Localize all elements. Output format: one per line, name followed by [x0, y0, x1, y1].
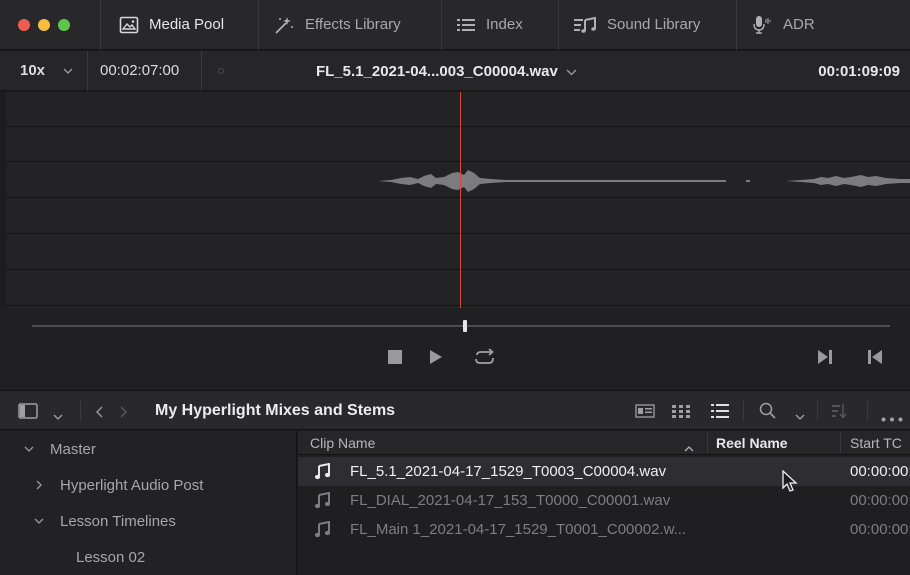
close-window-button[interactable]: [18, 18, 30, 31]
status-dot: [218, 67, 224, 74]
tab-index[interactable]: Index: [441, 0, 558, 50]
table-header: Clip Name Reel Name Start TC: [298, 431, 910, 455]
sidebar-toggle-icon[interactable]: [18, 403, 38, 423]
chevron-down-icon[interactable]: [53, 408, 63, 425]
more-options-icon[interactable]: [881, 409, 903, 426]
column-divider: [707, 433, 708, 453]
stop-icon: [388, 350, 402, 368]
clip-name: FL_5.1_2021-04...003_C00004.wav: [316, 62, 558, 80]
clip-start-tc: 00:00:00:00: [850, 492, 910, 509]
bin-label: Hyperlight Audio Post: [60, 476, 204, 494]
play-button[interactable]: [430, 350, 442, 368]
divider: [817, 401, 818, 421]
clip-name: FL_Main 1_2021-04-17_1529_T0001_C00002.w…: [350, 521, 687, 538]
tab-label: Sound Library: [607, 16, 701, 33]
table-row[interactable]: FL_5.1_2021-04-17_1529_T0003_C00004.wav …: [298, 457, 910, 486]
list-view-icon[interactable]: [711, 403, 729, 423]
top-tab-bar: Media Pool Effects Library Index Sound L…: [0, 0, 910, 50]
bin-title: My Hyperlight Mixes and Stems: [155, 402, 396, 419]
tab-effects-library[interactable]: Effects Library: [258, 0, 441, 50]
timecode-duration: 00:02:07:00: [88, 50, 202, 91]
tab-adr[interactable]: ADR: [736, 0, 826, 50]
loop-icon: [472, 348, 498, 372]
bin-item-lesson-02[interactable]: Lesson 02: [0, 539, 145, 575]
search-icon[interactable]: [759, 402, 777, 424]
chevron-down-icon: [30, 518, 48, 525]
scrub-bar[interactable]: [32, 325, 890, 327]
media-pool-header: My Hyperlight Mixes and Stems: [0, 390, 910, 430]
tab-media-pool[interactable]: Media Pool: [100, 0, 258, 50]
timecode-right: 00:01:09:09: [818, 62, 900, 80]
table-row[interactable]: FL_DIAL_2021-04-17_153_T0000_C00001.wav …: [298, 486, 910, 515]
back-arrow-icon[interactable]: [95, 405, 103, 422]
column-divider: [840, 433, 841, 453]
stop-button[interactable]: [388, 350, 402, 368]
column-header-clip-name[interactable]: Clip Name: [310, 431, 375, 455]
divider: [80, 401, 81, 421]
clip-start-tc: 00:00:00:00: [850, 521, 910, 538]
clip-selector[interactable]: FL_5.1_2021-04...003_C00004.wav: [316, 51, 577, 91]
bin-item-lesson-timelines[interactable]: Lesson Timelines: [0, 503, 176, 539]
minimize-window-button[interactable]: [38, 18, 50, 31]
column-header-reel-name[interactable]: Reel Name: [716, 431, 788, 455]
image-icon: [119, 16, 139, 34]
skip-forward-icon: [818, 350, 832, 368]
list-icon: [456, 17, 476, 33]
timecode-left: 00:02:07:00: [100, 62, 180, 79]
tab-sound-library[interactable]: Sound Library: [558, 0, 736, 50]
chevron-down-icon: [20, 446, 38, 453]
tab-label: ADR: [783, 16, 815, 33]
audio-clip-icon: [314, 491, 331, 513]
skip-forward-button[interactable]: [818, 350, 832, 368]
clip-start-tc: 00:00:00:00: [850, 463, 910, 480]
chevron-down-icon: [566, 63, 577, 80]
metadata-view-icon[interactable]: [635, 404, 655, 422]
bin-label: Lesson Timelines: [60, 512, 176, 530]
scrub-handle[interactable]: [463, 320, 468, 332]
waveform-viewer[interactable]: [6, 92, 910, 308]
zoom-value: 10x: [20, 62, 46, 79]
skip-back-button[interactable]: [868, 350, 882, 368]
tab-label: Index: [486, 16, 523, 33]
sort-ascending-icon[interactable]: [684, 439, 694, 455]
zoom-dropdown[interactable]: 10x: [0, 50, 88, 91]
table-row[interactable]: FL_Main 1_2021-04-17_1529_T0001_C00002.w…: [298, 515, 910, 544]
mouse-pointer-icon: [782, 469, 798, 498]
skip-back-icon: [868, 350, 882, 368]
viewer-header: 10x 00:02:07:00 FL_5.1_2021-04...003_C00…: [0, 50, 910, 91]
tab-label: Media Pool: [149, 16, 225, 33]
divider: [743, 401, 744, 421]
audio-clip-icon: [314, 462, 331, 484]
magic-wand-icon: [273, 15, 295, 35]
bin-label: Lesson 02: [76, 548, 146, 566]
window-controls: [0, 18, 100, 31]
clip-name: FL_5.1_2021-04-17_1529_T0003_C00004.wav: [350, 463, 667, 480]
microphone-icon: [751, 15, 773, 35]
audio-clip-icon: [314, 520, 331, 542]
chevron-down-icon[interactable]: [795, 408, 805, 425]
chevron-down-icon: [63, 62, 73, 79]
forward-arrow-icon[interactable]: [120, 405, 128, 422]
bin-label: Master: [50, 440, 96, 458]
column-header-start-tc[interactable]: Start TC: [850, 431, 902, 455]
zoom-window-button[interactable]: [58, 18, 70, 31]
bin-item-master[interactable]: Master: [0, 431, 96, 467]
play-icon: [430, 350, 442, 368]
transport-area: [0, 308, 910, 390]
thumbnail-view-icon[interactable]: [672, 404, 690, 422]
playhead[interactable]: [460, 92, 461, 308]
clip-table: Clip Name Reel Name Start TC FL_5.1_2021…: [298, 431, 910, 575]
divider: [867, 401, 868, 421]
tab-label: Effects Library: [305, 16, 401, 33]
clip-name: FL_DIAL_2021-04-17_153_T0000_C00001.wav: [350, 492, 671, 509]
chevron-right-icon: [30, 480, 48, 490]
loop-button[interactable]: [472, 348, 498, 372]
bin-list: Master Hyperlight Audio Post Lesson Time…: [0, 431, 297, 575]
bin-item-hyperlight-audio-post[interactable]: Hyperlight Audio Post: [0, 467, 203, 503]
timecode-current: 00:01:09:09: [818, 51, 900, 91]
audio-waveform: [378, 170, 910, 192]
sort-icon[interactable]: [832, 403, 848, 423]
music-list-icon: [573, 16, 597, 34]
